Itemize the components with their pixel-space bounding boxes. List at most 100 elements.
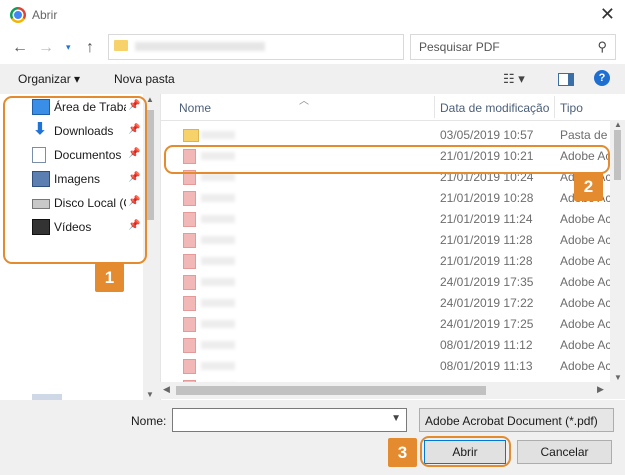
- scroll-left-icon[interactable]: ◀: [163, 384, 170, 395]
- file-type: Adobe Acrobat Document: [560, 338, 612, 352]
- file-name-redacted: [201, 278, 235, 286]
- file-name-redacted: [201, 362, 235, 370]
- column-divider[interactable]: [434, 96, 435, 118]
- up-arrow-icon[interactable]: ↑: [86, 39, 94, 57]
- file-name-redacted: [201, 215, 235, 223]
- pdf-file-icon: [183, 275, 196, 290]
- pdf-file-icon: [183, 296, 196, 311]
- file-date: 24/01/2019 17:35: [440, 275, 534, 289]
- file-date: 08/01/2019 11:13: [440, 359, 533, 373]
- highlight-open-button: [420, 436, 511, 467]
- preview-pane-icon[interactable]: [558, 73, 574, 86]
- scroll-up-icon[interactable]: ▲: [614, 120, 622, 129]
- annotation-badge-2: 2: [574, 172, 603, 201]
- file-name-redacted: [201, 173, 235, 181]
- file-type-value: Adobe Acrobat Document (*.pdf): [425, 414, 598, 428]
- column-divider[interactable]: [554, 96, 555, 118]
- pdf-file-icon: [183, 359, 196, 374]
- scroll-thumb[interactable]: [614, 130, 621, 180]
- file-type: Pasta de arquivos: [560, 128, 612, 142]
- file-row[interactable]: 21/01/2019 11:28 Adobe Acrobat Document: [161, 250, 612, 271]
- file-type: Adobe Acrobat Document: [560, 275, 612, 289]
- file-name-redacted: [201, 194, 235, 202]
- file-date: 21/01/2019 11:24: [440, 212, 533, 226]
- address-bar[interactable]: ⌄ ↻: [108, 34, 501, 60]
- folder-icon: [183, 129, 199, 142]
- scroll-up-icon[interactable]: ▲: [146, 95, 154, 104]
- scroll-right-icon[interactable]: ▶: [597, 384, 604, 395]
- annotation-badge-3: 3: [388, 438, 417, 467]
- file-date: 24/01/2019 17:22: [440, 296, 534, 310]
- file-date: 03/05/2019 10:57: [440, 128, 534, 142]
- address-path-redacted: [135, 42, 265, 51]
- organize-button[interactable]: Organizar ▾: [18, 72, 80, 86]
- help-icon[interactable]: ?: [594, 70, 610, 86]
- horizontal-scrollbar[interactable]: ◀ ▶: [160, 382, 625, 399]
- file-date: 21/01/2019 10:28: [440, 191, 534, 205]
- new-folder-button[interactable]: Nova pasta: [114, 72, 175, 86]
- file-list: ︿ Nome Data de modificação Tipo 03/05/20…: [160, 94, 625, 400]
- file-type: Adobe Acrobat Document: [560, 212, 612, 226]
- file-type: Adobe Acrobat Document: [560, 359, 612, 373]
- scroll-down-icon[interactable]: ▼: [146, 390, 154, 399]
- close-button[interactable]: ✕: [600, 4, 615, 25]
- file-type: Adobe Acrobat Document: [560, 317, 612, 331]
- file-name-redacted: [201, 320, 235, 328]
- scroll-thumb[interactable]: [146, 110, 154, 220]
- chevron-down-icon[interactable]: ▼: [391, 413, 401, 424]
- file-name-redacted: [201, 257, 235, 265]
- file-type: Adobe Acrobat Document: [560, 296, 612, 310]
- highlight-selected-file: [164, 145, 610, 174]
- view-options-icon[interactable]: ☷ ▾: [503, 71, 525, 87]
- chrome-icon: [10, 7, 26, 23]
- pdf-file-icon: [183, 317, 196, 332]
- file-row[interactable]: 21/01/2019 11:24 Adobe Acrobat Document: [161, 208, 612, 229]
- file-name-redacted: [201, 236, 235, 244]
- column-type[interactable]: Tipo: [560, 101, 583, 115]
- column-date[interactable]: Data de modificação: [440, 101, 552, 115]
- file-list-scrollbar[interactable]: ▲ ▼: [610, 120, 625, 382]
- command-bar: Organizar ▾ Nova pasta ☷ ▾ ?: [0, 64, 625, 94]
- search-icon[interactable]: ⚲: [597, 39, 607, 55]
- pdf-file-icon: [183, 338, 196, 353]
- file-row[interactable]: 03/05/2019 10:57 Pasta de arquivos: [161, 124, 612, 145]
- scroll-thumb[interactable]: [176, 386, 486, 395]
- address-row: ← → ▾ ↑ ⌄ ↻ Pesquisar PDF ⚲: [0, 30, 625, 64]
- column-header: ︿ Nome Data de modificação Tipo: [161, 94, 625, 121]
- file-row[interactable]: 24/01/2019 17:35 Adobe Acrobat Document: [161, 271, 612, 292]
- file-type-select[interactable]: Adobe Acrobat Document (*.pdf): [419, 408, 614, 432]
- sort-ascending-icon: ︿: [299, 96, 309, 107]
- title-bar: Abrir ✕: [0, 0, 625, 30]
- file-type: Adobe Acrobat Document: [560, 233, 612, 247]
- window-title: Abrir: [32, 8, 58, 22]
- back-arrow-icon[interactable]: ←: [12, 39, 28, 57]
- file-name-label: Nome:: [131, 414, 167, 428]
- dialog-footer: Nome: ▼ Adobe Acrobat Document (*.pdf) A…: [0, 400, 625, 475]
- file-row[interactable]: 24/01/2019 17:22 Adobe Acrobat Document: [161, 292, 612, 313]
- cancel-button[interactable]: Cancelar: [517, 440, 612, 464]
- highlight-nav-pane: [3, 96, 147, 264]
- search-box[interactable]: Pesquisar PDF ⚲: [410, 34, 616, 60]
- pdf-file-icon: [183, 191, 196, 206]
- file-date: 21/01/2019 11:28: [440, 254, 533, 268]
- file-row[interactable]: 21/01/2019 11:28 Adobe Acrobat Document: [161, 229, 612, 250]
- forward-arrow-icon[interactable]: →: [38, 39, 54, 57]
- folder-icon: [114, 40, 128, 51]
- pdf-file-icon: [183, 212, 196, 227]
- search-placeholder: Pesquisar PDF: [419, 40, 500, 54]
- file-name-redacted: [201, 131, 235, 139]
- file-date: 21/01/2019 11:28: [440, 233, 533, 247]
- scroll-down-icon[interactable]: ▼: [614, 373, 622, 382]
- file-row[interactable]: 08/01/2019 11:12 Adobe Acrobat Document: [161, 334, 612, 355]
- file-name-input[interactable]: ▼: [172, 408, 407, 432]
- column-name[interactable]: Nome: [179, 101, 211, 115]
- annotation-badge-1: 1: [95, 263, 124, 292]
- file-row[interactable]: 24/01/2019 17:25 Adobe Acrobat Document: [161, 313, 612, 334]
- pdf-file-icon: [183, 233, 196, 248]
- file-row[interactable]: 08/01/2019 11:13 Adobe Acrobat Document: [161, 355, 612, 376]
- file-date: 24/01/2019 17:25: [440, 317, 534, 331]
- file-type: Adobe Acrobat Document: [560, 254, 612, 268]
- file-name-redacted: [201, 299, 235, 307]
- recent-locations-chevron-icon[interactable]: ▾: [66, 42, 71, 53]
- file-row[interactable]: 21/01/2019 10:28Adobe Acrobat Document: [161, 187, 612, 208]
